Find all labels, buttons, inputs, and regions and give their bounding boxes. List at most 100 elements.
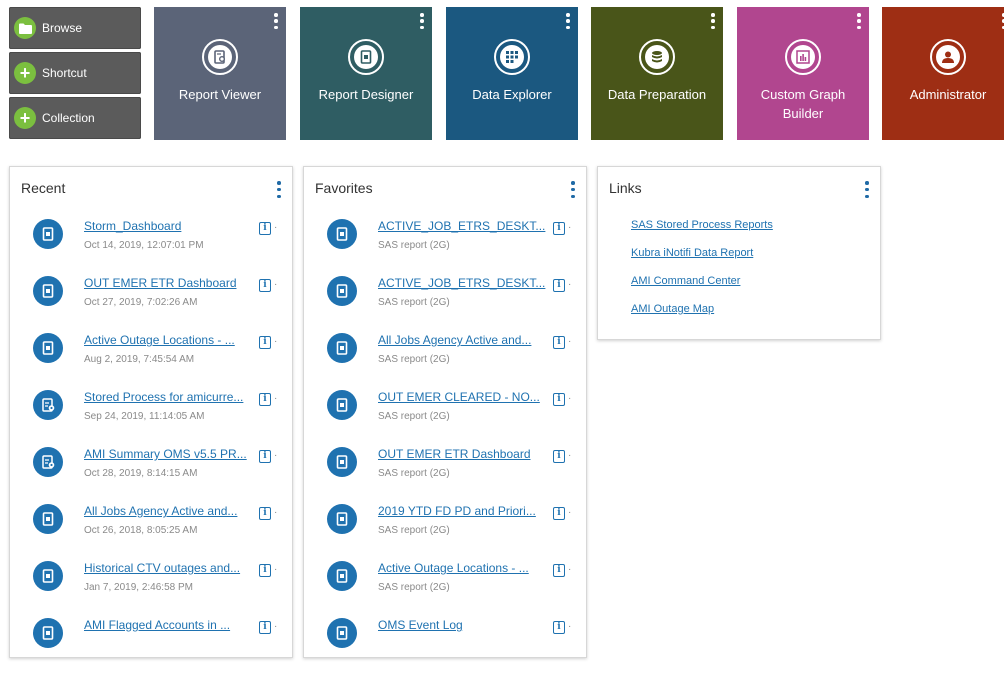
tile-label: Report Viewer (178, 87, 262, 102)
info-icon[interactable]: i (553, 279, 565, 292)
info-icon[interactable]: i (553, 222, 565, 235)
item-name-link[interactable]: 2019 YTD FD PD and Priori... (378, 504, 536, 518)
collection-label: Collection (42, 111, 95, 125)
list-item[interactable]: Historical CTV outages and... Jan 7, 2019… (10, 561, 292, 618)
item-name-link[interactable]: Active Outage Locations - ... (84, 333, 235, 347)
item-subtitle: SAS report (2G) (378, 297, 450, 308)
panel-menu-icon[interactable] (570, 181, 576, 198)
list-item[interactable]: ACTIVE_JOB_ETRS_DESKT... SAS report (2G) i… (304, 219, 586, 276)
list-item[interactable]: OUT EMER ETR Dashboard SAS report (2G) i · (304, 447, 586, 504)
info-icon[interactable]: i (259, 507, 271, 520)
item-name-link[interactable]: Stored Process for amicurre... (84, 390, 243, 404)
tile-report-designer[interactable]: Report Designer (300, 7, 432, 140)
item-subtitle: Oct 26, 2018, 8:05:25 AM (84, 525, 198, 536)
link-item[interactable]: Kubra iNotifi Data Report (631, 247, 753, 259)
separator: · (274, 564, 278, 575)
browse-label: Browse (42, 21, 83, 35)
browse-button[interactable]: Browse (9, 7, 141, 49)
collection-button[interactable]: + Collection (9, 97, 141, 139)
tile-menu-icon[interactable] (273, 13, 279, 29)
stored-process-icon (33, 390, 63, 420)
report-icon (327, 390, 357, 420)
info-icon[interactable]: i (259, 222, 271, 235)
tile-data-explorer[interactable]: Data Explorer (446, 7, 578, 140)
info-icon[interactable]: i (553, 393, 565, 406)
tile-menu-icon[interactable] (419, 13, 425, 29)
list-item[interactable]: Stored Process for amicurre... Sep 24, 20… (10, 390, 292, 447)
recent-panel: Recent Storm_Dashboard Oct 14, 2019, 12:0… (9, 166, 293, 658)
panel-menu-icon[interactable] (864, 181, 870, 198)
list-item[interactable]: AMI Summary OMS v5.5 PR... Oct 28, 2019, … (10, 447, 292, 504)
info-icon[interactable]: i (553, 507, 565, 520)
tile-custom-graph-builder[interactable]: Custom Graph Builder (737, 7, 869, 140)
separator: · (568, 621, 572, 632)
link-item[interactable]: SAS Stored Process Reports (631, 219, 773, 231)
tile-label: Data Preparation (607, 87, 707, 102)
list-item[interactable]: All Jobs Agency Active and... SAS report … (304, 333, 586, 390)
info-icon[interactable]: i (259, 621, 271, 634)
plus-icon: + (14, 62, 36, 84)
report-icon (33, 333, 63, 363)
list-item[interactable]: OUT EMER CLEARED - NO... SAS report (2G) i… (304, 390, 586, 447)
list-item[interactable]: 2019 YTD FD PD and Priori... SAS report (… (304, 504, 586, 561)
list-item[interactable]: Storm_Dashboard Oct 14, 2019, 12:07:01 PM… (10, 219, 292, 276)
tile-menu-icon[interactable] (856, 13, 862, 29)
info-icon[interactable]: i (553, 564, 565, 577)
item-name-link[interactable]: All Jobs Agency Active and... (84, 504, 237, 518)
info-icon[interactable]: i (553, 621, 565, 634)
graph-builder-icon (785, 39, 821, 75)
item-subtitle: Oct 28, 2019, 8:14:15 AM (84, 468, 198, 479)
info-icon[interactable]: i (259, 336, 271, 349)
item-subtitle: Aug 2, 2019, 7:45:54 AM (84, 354, 195, 365)
info-icon[interactable]: i (553, 450, 565, 463)
item-subtitle: SAS report (2G) (378, 468, 450, 479)
report-icon (33, 561, 63, 591)
separator: · (274, 279, 278, 290)
item-subtitle: SAS report (2G) (378, 354, 450, 365)
list-item[interactable]: ACTIVE_JOB_ETRS_DESKT... SAS report (2G) i… (304, 276, 586, 333)
info-icon[interactable]: i (553, 336, 565, 349)
administrator-icon (930, 39, 966, 75)
list-item[interactable]: AMI Flagged Accounts in ... i · (10, 618, 292, 675)
info-icon[interactable]: i (259, 564, 271, 577)
info-icon[interactable]: i (259, 450, 271, 463)
info-icon[interactable]: i (259, 279, 271, 292)
list-item[interactable]: Active Outage Locations - ... Aug 2, 2019… (10, 333, 292, 390)
separator: · (274, 450, 278, 461)
link-item[interactable]: AMI Outage Map (631, 303, 714, 315)
tile-label: Custom Graph Builder (760, 87, 846, 121)
item-subtitle: Oct 14, 2019, 12:07:01 PM (84, 240, 204, 251)
item-name-link[interactable]: Storm_Dashboard (84, 219, 181, 233)
item-name-link[interactable]: OMS Event Log (378, 618, 463, 632)
panel-title: Favorites (315, 180, 373, 196)
tile-label: Report Designer (318, 87, 414, 102)
panel-menu-icon[interactable] (276, 181, 282, 198)
list-item[interactable]: OMS Event Log i · (304, 618, 586, 675)
item-name-link[interactable]: OUT EMER ETR Dashboard (84, 276, 237, 290)
separator: · (274, 621, 278, 632)
item-name-link[interactable]: Active Outage Locations - ... (378, 561, 529, 575)
item-subtitle: SAS report (2G) (378, 411, 450, 422)
item-name-link[interactable]: OUT EMER ETR Dashboard (378, 447, 531, 461)
item-name-link[interactable]: AMI Flagged Accounts in ... (84, 618, 230, 632)
item-name-link[interactable]: Historical CTV outages and... (84, 561, 240, 575)
info-icon[interactable]: i (259, 393, 271, 406)
tile-data-preparation[interactable]: Data Preparation (591, 7, 723, 140)
tile-administrator[interactable]: Administrator (882, 7, 1004, 140)
list-item[interactable]: All Jobs Agency Active and... Oct 26, 201… (10, 504, 292, 561)
shortcut-button[interactable]: + Shortcut (9, 52, 141, 94)
item-name-link[interactable]: ACTIVE_JOB_ETRS_DESKT... (378, 219, 545, 233)
separator: · (274, 222, 278, 233)
list-item[interactable]: OUT EMER ETR Dashboard Oct 27, 2019, 7:02… (10, 276, 292, 333)
tile-menu-icon[interactable] (710, 13, 716, 29)
item-name-link[interactable]: All Jobs Agency Active and... (378, 333, 531, 347)
tile-menu-icon[interactable] (565, 13, 571, 29)
item-subtitle: SAS report (2G) (378, 240, 450, 251)
report-icon (33, 618, 63, 648)
item-name-link[interactable]: OUT EMER CLEARED - NO... (378, 390, 540, 404)
tile-report-viewer[interactable]: Report Viewer (154, 7, 286, 140)
item-name-link[interactable]: ACTIVE_JOB_ETRS_DESKT... (378, 276, 545, 290)
link-item[interactable]: AMI Command Center (631, 275, 740, 287)
list-item[interactable]: Active Outage Locations - ... SAS report … (304, 561, 586, 618)
item-name-link[interactable]: AMI Summary OMS v5.5 PR... (84, 447, 247, 461)
